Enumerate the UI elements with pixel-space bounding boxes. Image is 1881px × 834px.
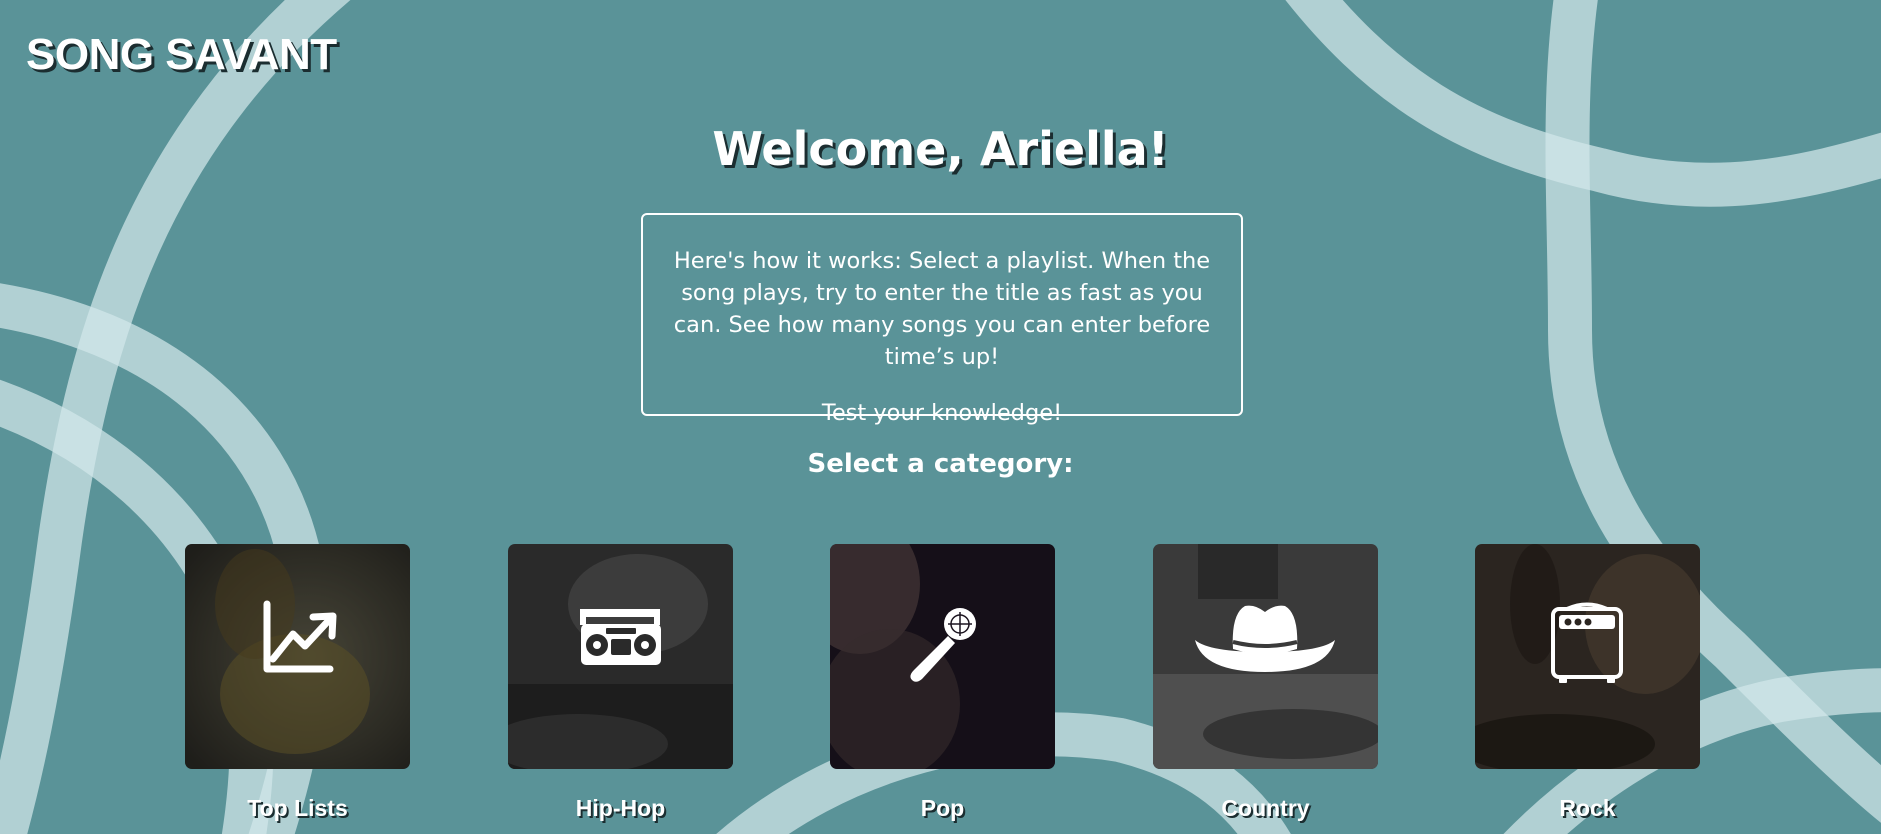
category-label-pop[interactable]: Pop [790, 795, 1095, 822]
category-label-rock[interactable]: Rock [1435, 795, 1740, 822]
instructions-text: Here's how it works: Select a playlist. … [673, 248, 1211, 370]
category-label-country[interactable]: Country [1113, 795, 1418, 822]
category-tile-rock[interactable] [1475, 544, 1700, 769]
category-tile-hip-hop[interactable] [508, 544, 733, 769]
category-label-top-lists[interactable]: Top Lists [145, 795, 450, 822]
cowboy-hat-icon [1195, 605, 1335, 672]
category-tile-country[interactable] [1153, 544, 1378, 769]
category-pop[interactable]: Pop [830, 544, 1055, 821]
category-country[interactable]: Country [1153, 544, 1378, 821]
category-top-lists[interactable]: Top Lists [185, 544, 410, 821]
instructions-tagline: Test your knowledge! [821, 400, 1063, 426]
category-tile-pop[interactable] [830, 544, 1055, 769]
select-category-heading: Select a category: [807, 449, 1074, 479]
app-title[interactable]: SONG SAVANT [26, 30, 337, 80]
instructions-box: Here's how it works: Select a playlist. … [641, 213, 1243, 426]
boombox-icon [580, 609, 661, 665]
category-tile-top-lists[interactable] [185, 544, 410, 769]
microphone-icon [910, 608, 976, 682]
category-rock[interactable]: Rock [1475, 544, 1700, 821]
category-hip-hop[interactable]: Hip-Hop [508, 544, 733, 821]
trending-chart-icon [263, 600, 337, 673]
category-label-hip-hop[interactable]: Hip-Hop [468, 795, 773, 822]
guitar-amp-icon [1551, 602, 1623, 683]
welcome-heading: Welcome, Ariella! [712, 122, 1169, 176]
